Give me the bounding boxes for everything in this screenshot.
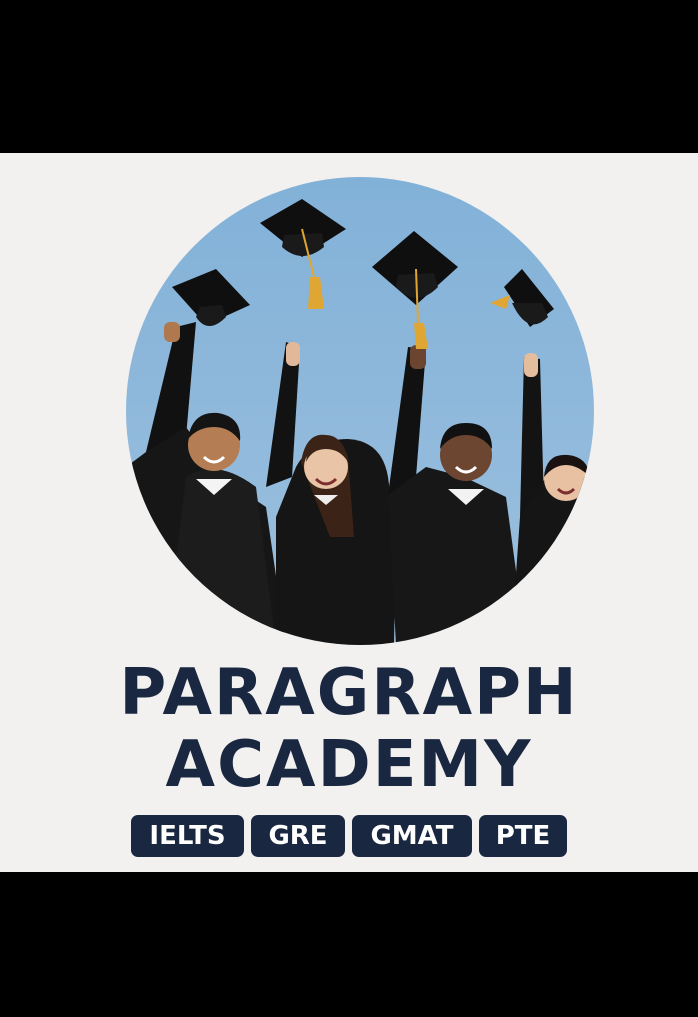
brand-title-line-1: PARAGRAPH: [119, 656, 579, 730]
top-letterbox: [0, 0, 698, 153]
graduates-photo: [126, 177, 594, 645]
badge-gre: GRE: [251, 815, 345, 857]
badge-gmat: GMAT: [352, 815, 472, 857]
exam-badges: IELTS GRE GMAT PTE: [0, 815, 698, 857]
badge-ielts: IELTS: [131, 815, 244, 857]
brand-title-line-2: ACADEMY: [165, 728, 533, 802]
bottom-letterbox: [0, 872, 698, 1017]
poster-panel: PARAGRAPH ACADEMY IELTS GRE GMAT PTE: [0, 153, 698, 872]
badge-pte: PTE: [479, 815, 567, 857]
poster: PARAGRAPH ACADEMY IELTS GRE GMAT PTE: [0, 0, 698, 1017]
